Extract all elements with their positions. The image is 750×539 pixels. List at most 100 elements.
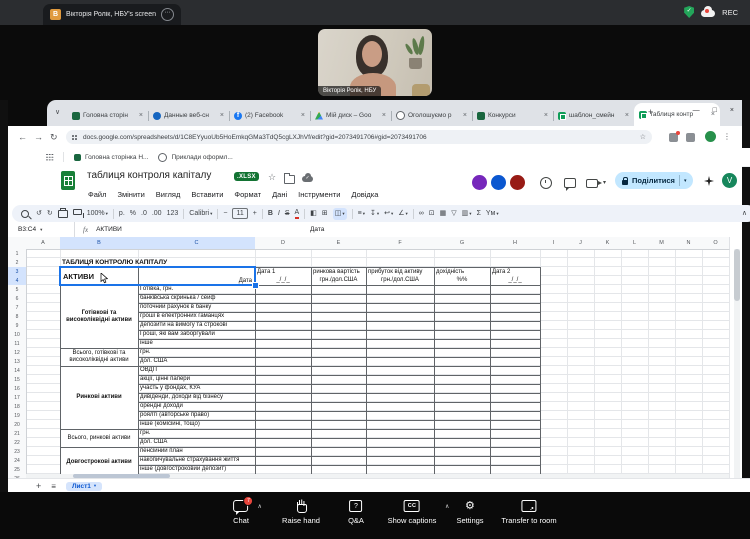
browser-tab-1[interactable]: Головна сторін× xyxy=(67,105,148,126)
browser-profile-avatar[interactable] xyxy=(705,131,716,142)
bookmark-star-icon[interactable]: ☆ xyxy=(640,133,646,141)
italic-button[interactable]: I xyxy=(278,210,280,217)
user-avatar[interactable]: V xyxy=(722,173,737,188)
paint-format-icon[interactable] xyxy=(73,209,82,215)
menu-item-3[interactable]: Вигляд xyxy=(156,190,181,199)
back-icon[interactable]: ← xyxy=(18,132,27,142)
menu-item-1[interactable]: Файл xyxy=(88,190,106,199)
font-select[interactable]: Calibri▾ xyxy=(189,210,212,217)
vertical-align-icon[interactable]: ↧▾ xyxy=(370,209,379,219)
header-cell-F[interactable]: прибуток від активугрн./дол.США xyxy=(366,267,434,285)
browser-tab-6[interactable]: Конкурси× xyxy=(472,105,553,126)
header-cell-G[interactable]: дохідність%% xyxy=(434,267,490,285)
cell-C20[interactable]: інше (комісійні, тощо) xyxy=(138,420,255,429)
column-header-G[interactable]: G xyxy=(434,237,491,250)
cell-C7[interactable]: поточний рахунок в банку xyxy=(138,303,255,312)
cell-C14[interactable]: ОВДП xyxy=(138,366,255,375)
control-settings-button[interactable]: ⚙Settings xyxy=(456,500,483,525)
cell-C8[interactable]: гроші в електронних гаманцях xyxy=(138,312,255,321)
selection-fill-handle[interactable] xyxy=(252,282,259,289)
star-document-icon[interactable]: ☆ xyxy=(268,172,276,183)
name-box[interactable]: B3:C4 ▾ xyxy=(8,226,74,233)
bold-button[interactable]: B xyxy=(268,210,273,217)
control-captions-button[interactable]: CCShow captions∧ xyxy=(388,500,437,525)
cell-C12[interactable]: грн. xyxy=(138,348,255,357)
cell-C13[interactable]: дол. США xyxy=(138,357,255,366)
cell-C9[interactable]: депозити на вимогу та строкові xyxy=(138,321,255,330)
fill-color-icon[interactable]: ◧ xyxy=(310,209,317,219)
extension-icon[interactable] xyxy=(669,133,678,142)
font-size-input[interactable]: 11 xyxy=(232,208,247,219)
tab-close-icon[interactable]: × xyxy=(301,112,305,119)
column-header-B[interactable]: B xyxy=(60,237,139,250)
browser-tab-7[interactable]: шаблон_смейн× xyxy=(553,105,634,126)
text-rotation-icon[interactable]: ∠▾ xyxy=(398,209,408,219)
control-chat-button[interactable]: 7Chat∧ xyxy=(233,500,249,525)
named-functions-button[interactable]: Yм▾ xyxy=(486,210,499,217)
strikethrough-button[interactable]: S xyxy=(285,210,290,217)
control-qa-button[interactable]: ?Q&A xyxy=(348,500,364,525)
bookmark-item[interactable]: Головна сторінка Н... xyxy=(74,154,148,161)
browser-tab-5[interactable]: Оголошуємо р× xyxy=(391,105,472,126)
tab-close-icon[interactable]: × xyxy=(463,112,467,119)
increase-font-size-button[interactable]: + xyxy=(253,210,257,217)
undo-icon[interactable]: ↺ xyxy=(36,209,42,219)
group-label-3[interactable]: Ринкові активи xyxy=(60,366,138,429)
viewer-avatar-3[interactable] xyxy=(508,173,527,192)
menu-item-6[interactable]: Дані xyxy=(272,190,287,199)
column-header-L[interactable]: L xyxy=(621,237,649,250)
browser-tab-4[interactable]: Мій диск – Goo× xyxy=(310,105,391,126)
more-formats-button[interactable]: 123 xyxy=(167,210,179,217)
insert-comment-icon[interactable]: ⊡ xyxy=(429,209,435,219)
search-icon[interactable] xyxy=(21,210,29,218)
extension-icon[interactable] xyxy=(686,133,695,142)
percent-format-button[interactable]: % xyxy=(130,210,136,217)
url-field[interactable]: docs.google.com/spreadsheets/d/1C8EYyuoU… xyxy=(66,130,652,144)
control-transfer-button[interactable]: Transfer to room xyxy=(501,500,556,525)
column-header-M[interactable]: M xyxy=(648,237,676,250)
maximize-button[interactable]: □ xyxy=(713,107,717,114)
column-header-I[interactable]: I xyxy=(540,237,568,250)
toolbar-collapse-icon[interactable]: ∧ xyxy=(742,209,747,219)
increase-decimals-button[interactable]: .00 xyxy=(152,210,162,217)
menu-item-5[interactable]: Формат xyxy=(234,190,261,199)
create-filter-icon[interactable]: ▽ xyxy=(451,209,456,219)
shared-screen-tab[interactable]: B Вікторія Ролік, НБУ's screen ⋯ xyxy=(43,4,181,25)
browser-tab-2[interactable]: Данные веб-сн× xyxy=(148,105,229,126)
all-sheets-icon[interactable]: ≡ xyxy=(51,482,56,491)
tab-menu-chevron-icon[interactable]: ∨ xyxy=(55,108,60,116)
column-header-A[interactable]: A xyxy=(26,237,61,250)
caret-up-icon[interactable]: ∧ xyxy=(445,503,449,510)
cell-C24[interactable]: накопичувальне страхування життя xyxy=(138,456,255,465)
decrease-decimals-button[interactable]: .0 xyxy=(141,210,147,217)
column-header-C[interactable]: C xyxy=(138,237,256,250)
header-cell-D[interactable]: Дата 1_/_/_ xyxy=(255,267,311,285)
participant-video-tile[interactable]: Вікторія Ролік, НБУ xyxy=(318,29,432,96)
scrollbar-thumb[interactable] xyxy=(73,474,170,478)
document-title[interactable]: таблиця контроля капіталу xyxy=(87,170,211,181)
column-header-K[interactable]: K xyxy=(594,237,622,250)
column-header-H[interactable]: H xyxy=(490,237,541,250)
text-wrap-icon[interactable]: ↩▾ xyxy=(384,209,393,219)
spreadsheet-grid[interactable]: ТАБЛИЦЯ КОНТРОЛЮ КАПІТАЛУ АКТИВИ Дата AB… xyxy=(8,237,742,478)
meet-camera-icon[interactable] xyxy=(586,179,598,188)
cell-C17[interactable]: дивіденди, доходи від бізнесу xyxy=(138,393,255,402)
sheets-logo-icon[interactable] xyxy=(61,171,75,190)
chevron-down-icon[interactable]: ▾ xyxy=(603,179,606,186)
apps-grid-icon[interactable] xyxy=(46,154,53,161)
insert-chart-icon[interactable]: ▦ xyxy=(440,209,447,219)
cell-C15[interactable]: акції, цінні папери xyxy=(138,375,255,384)
comments-icon[interactable] xyxy=(564,178,576,188)
header-cell-H[interactable]: Дата 2_/_/_ xyxy=(490,267,540,285)
gemini-sparkle-icon[interactable] xyxy=(704,176,714,186)
reload-icon[interactable]: ↻ xyxy=(50,132,58,142)
cell-C19[interactable]: роялті (авторське право) xyxy=(138,411,255,420)
cell-C21[interactable]: грн. xyxy=(138,429,255,438)
group-label-1[interactable]: Готівкові та високоліквідні активи xyxy=(60,285,138,348)
text-color-button[interactable]: A xyxy=(295,209,300,219)
column-header-F[interactable]: F xyxy=(366,237,435,250)
menu-item-8[interactable]: Довідка xyxy=(351,190,378,199)
sheet-tab-active[interactable]: Лист1 ▾ xyxy=(66,482,102,491)
row-header-26[interactable]: 26 xyxy=(8,474,27,478)
redo-icon[interactable]: ↻ xyxy=(47,209,53,219)
